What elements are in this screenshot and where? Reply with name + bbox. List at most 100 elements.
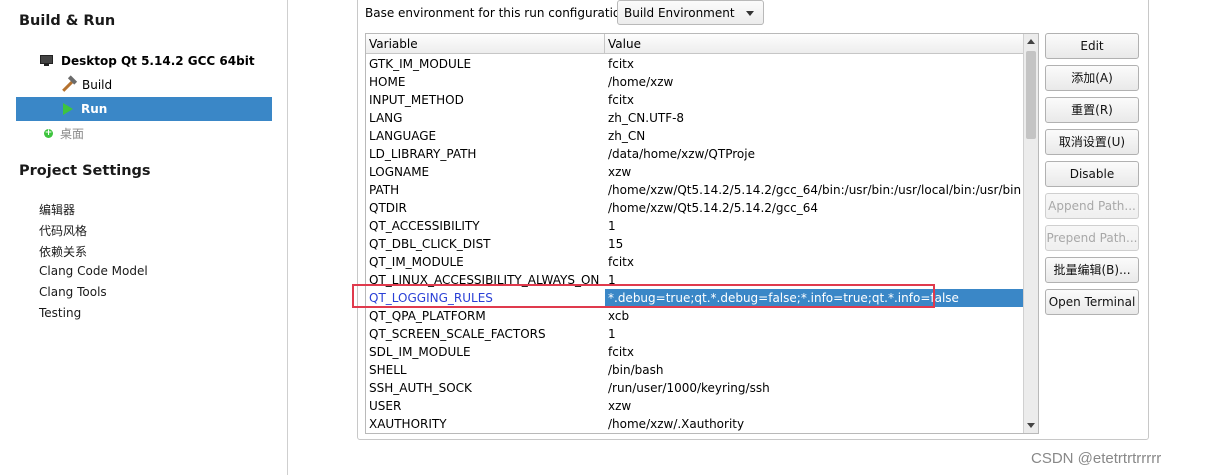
- value-cell[interactable]: /home/xzw/.Xauthority: [608, 415, 1022, 433]
- edit-button[interactable]: Edit: [1045, 33, 1139, 59]
- monitor-icon: [40, 55, 53, 67]
- column-header-variable[interactable]: Variable: [366, 34, 605, 53]
- variable-cell[interactable]: PATH: [369, 181, 601, 199]
- variable-cell[interactable]: QT_QPA_PLATFORM: [369, 307, 601, 325]
- table-row[interactable]: QT_LOGGING_RULES *.debug=true;qt.*.debug=…: [366, 289, 1024, 307]
- value-cell[interactable]: /home/xzw: [608, 73, 1022, 91]
- open-terminal-button[interactable]: Open Terminal: [1045, 289, 1139, 315]
- scrollbar-thumb[interactable]: [1026, 51, 1036, 139]
- table-row[interactable]: LANGUAGE zh_CN: [366, 127, 1024, 145]
- kit-desktop-qt[interactable]: Desktop Qt 5.14.2 GCC 64bit: [40, 52, 255, 70]
- chevron-down-icon: [746, 11, 754, 16]
- variable-cell[interactable]: SSH_AUTH_SOCK: [369, 379, 601, 397]
- variable-cell[interactable]: LANGUAGE: [369, 127, 601, 145]
- table-row[interactable]: PATH/home/xzw/Qt5.14.2/5.14.2/gcc_64/bin…: [366, 181, 1024, 199]
- sidebar-item-code-style[interactable]: 代码风格: [39, 222, 87, 239]
- project-settings-heading: Project Settings: [19, 163, 151, 179]
- kit-name-label: Desktop Qt 5.14.2 GCC 64bit: [61, 54, 255, 68]
- sidebar-item-clang-code-model[interactable]: Clang Code Model: [39, 264, 148, 278]
- table-row[interactable]: SDL_IM_MODULE fcitx: [366, 343, 1024, 361]
- value-cell[interactable]: xzw: [608, 397, 1022, 415]
- value-cell[interactable]: /home/xzw/Qt5.14.2/5.14.2/gcc_64/bin:/us…: [608, 181, 1022, 199]
- variable-cell[interactable]: SDL_IM_MODULE: [369, 343, 601, 361]
- table-row[interactable]: QT_SCREEN_SCALE_FACTORS 1: [366, 325, 1024, 343]
- value-cell[interactable]: fcitx: [608, 55, 1022, 73]
- value-cell[interactable]: *.debug=true;qt.*.debug=false;*.info=tru…: [605, 289, 1024, 307]
- variable-cell[interactable]: XAUTHORITY: [369, 415, 601, 433]
- table-row[interactable]: SHELL/bin/bash: [366, 361, 1024, 379]
- variable-cell[interactable]: QTDIR: [369, 199, 601, 217]
- variable-cell[interactable]: HOME: [369, 73, 601, 91]
- batch-edit-button[interactable]: 批量编辑(B)...: [1045, 257, 1139, 283]
- variable-cell[interactable]: LD_LIBRARY_PATH: [369, 145, 601, 163]
- table-row[interactable]: GTK_IM_MODULE fcitx: [366, 55, 1024, 73]
- unset-button[interactable]: 取消设置(U): [1045, 129, 1139, 155]
- table-row[interactable]: XAUTHORITY/home/xzw/.Xauthority: [366, 415, 1024, 433]
- value-cell[interactable]: /home/xzw/Qt5.14.2/5.14.2/gcc_64: [608, 199, 1022, 217]
- value-cell[interactable]: /bin/bash: [608, 361, 1022, 379]
- table-row[interactable]: QT_LINUX_ACCESSIBILITY_ALWAYS_ON 1: [366, 271, 1024, 289]
- disable-button[interactable]: Disable: [1045, 161, 1139, 187]
- prepend-path-button[interactable]: Prepend Path...: [1045, 225, 1139, 251]
- variable-cell[interactable]: QT_DBL_CLICK_DIST: [369, 235, 601, 253]
- vertical-scrollbar[interactable]: [1023, 34, 1038, 433]
- variable-cell[interactable]: INPUT_METHOD: [369, 91, 601, 109]
- value-cell[interactable]: zh_CN.UTF-8: [608, 109, 1022, 127]
- environment-table[interactable]: Variable Value GTK_IM_MODULE fcitx HOME/ho…: [365, 33, 1039, 434]
- sidebar-item-clang-tools[interactable]: Clang Tools: [39, 285, 107, 299]
- watermark: CSDN @etetrtrtrrrrr: [1031, 450, 1162, 467]
- table-row[interactable]: INPUT_METHOD fcitx: [366, 91, 1024, 109]
- value-cell[interactable]: /data/home/xzw/QTProje: [608, 145, 1022, 163]
- value-cell[interactable]: 1: [608, 217, 1022, 235]
- append-path-button[interactable]: Append Path...: [1045, 193, 1139, 219]
- variable-cell[interactable]: SHELL: [369, 361, 601, 379]
- sidebar-item-editor[interactable]: 编辑器: [39, 201, 75, 218]
- value-cell[interactable]: fcitx: [608, 91, 1022, 109]
- value-cell[interactable]: 1: [608, 271, 1022, 289]
- add-button[interactable]: 添加(A): [1045, 65, 1139, 91]
- variable-cell[interactable]: QT_SCREEN_SCALE_FACTORS: [369, 325, 601, 343]
- value-cell[interactable]: zh_CN: [608, 127, 1022, 145]
- table-row[interactable]: LANG zh_CN.UTF-8: [366, 109, 1024, 127]
- sidebar-item-build[interactable]: Build: [16, 73, 272, 97]
- table-row[interactable]: SSH_AUTH_SOCK/run/user/1000/keyring/ssh: [366, 379, 1024, 397]
- value-cell[interactable]: fcitx: [608, 343, 1022, 361]
- variable-cell[interactable]: LOGNAME: [369, 163, 601, 181]
- value-cell[interactable]: fcitx: [608, 253, 1022, 271]
- value-cell[interactable]: /run/user/1000/keyring/ssh: [608, 379, 1022, 397]
- scroll-up-arrow-icon[interactable]: [1027, 39, 1035, 44]
- variable-cell[interactable]: QT_IM_MODULE: [369, 253, 601, 271]
- column-header-value[interactable]: Value: [605, 34, 1024, 53]
- value-cell[interactable]: 15: [608, 235, 1022, 253]
- table-row[interactable]: QT_DBL_CLICK_DIST 15: [366, 235, 1024, 253]
- sidebar-item-run-label: Run: [81, 102, 108, 116]
- variable-cell[interactable]: QT_ACCESSIBILITY: [369, 217, 601, 235]
- variable-cell[interactable]: USER: [369, 397, 601, 415]
- table-row[interactable]: QT_IM_MODULE fcitx: [366, 253, 1024, 271]
- value-cell[interactable]: 1: [608, 325, 1022, 343]
- table-row[interactable]: LD_LIBRARY_PATH/data/home/xzw/QTProje: [366, 145, 1024, 163]
- table-row[interactable]: QT_ACCESSIBILITY 1: [366, 217, 1024, 235]
- table-row[interactable]: HOME/home/xzw: [366, 73, 1024, 91]
- variable-cell[interactable]: GTK_IM_MODULE: [369, 55, 601, 73]
- table-row[interactable]: QT_QPA_PLATFORM xcb: [366, 307, 1024, 325]
- build-run-heading: Build & Run: [19, 13, 116, 29]
- scroll-down-arrow-icon[interactable]: [1027, 423, 1035, 428]
- reset-button[interactable]: 重置(R): [1045, 97, 1139, 123]
- table-row[interactable]: QTDIR/home/xzw/Qt5.14.2/5.14.2/gcc_64: [366, 199, 1024, 217]
- sidebar-item-desktop[interactable]: + 桌面: [44, 124, 84, 142]
- variable-cell[interactable]: QT_LOGGING_RULES: [369, 289, 601, 307]
- value-cell[interactable]: xzw: [608, 163, 1022, 181]
- variable-cell[interactable]: LANG: [369, 109, 601, 127]
- variable-cell[interactable]: QT_LINUX_ACCESSIBILITY_ALWAYS_ON: [369, 271, 601, 289]
- table-body: GTK_IM_MODULE fcitx HOME/home/xzw INPUT_MET…: [366, 55, 1024, 433]
- sidebar-item-testing[interactable]: Testing: [39, 306, 81, 320]
- sidebar-item-run[interactable]: Run: [16, 97, 272, 121]
- base-environment-label: Base environment for this run configurat…: [365, 6, 632, 20]
- table-row[interactable]: LOGNAME xzw: [366, 163, 1024, 181]
- sidebar-item-build-label: Build: [82, 78, 113, 92]
- sidebar-item-dependencies[interactable]: 依赖关系: [39, 243, 87, 260]
- base-environment-combo[interactable]: Build Environment: [617, 0, 764, 25]
- table-row[interactable]: USER xzw: [366, 397, 1024, 415]
- value-cell[interactable]: xcb: [608, 307, 1022, 325]
